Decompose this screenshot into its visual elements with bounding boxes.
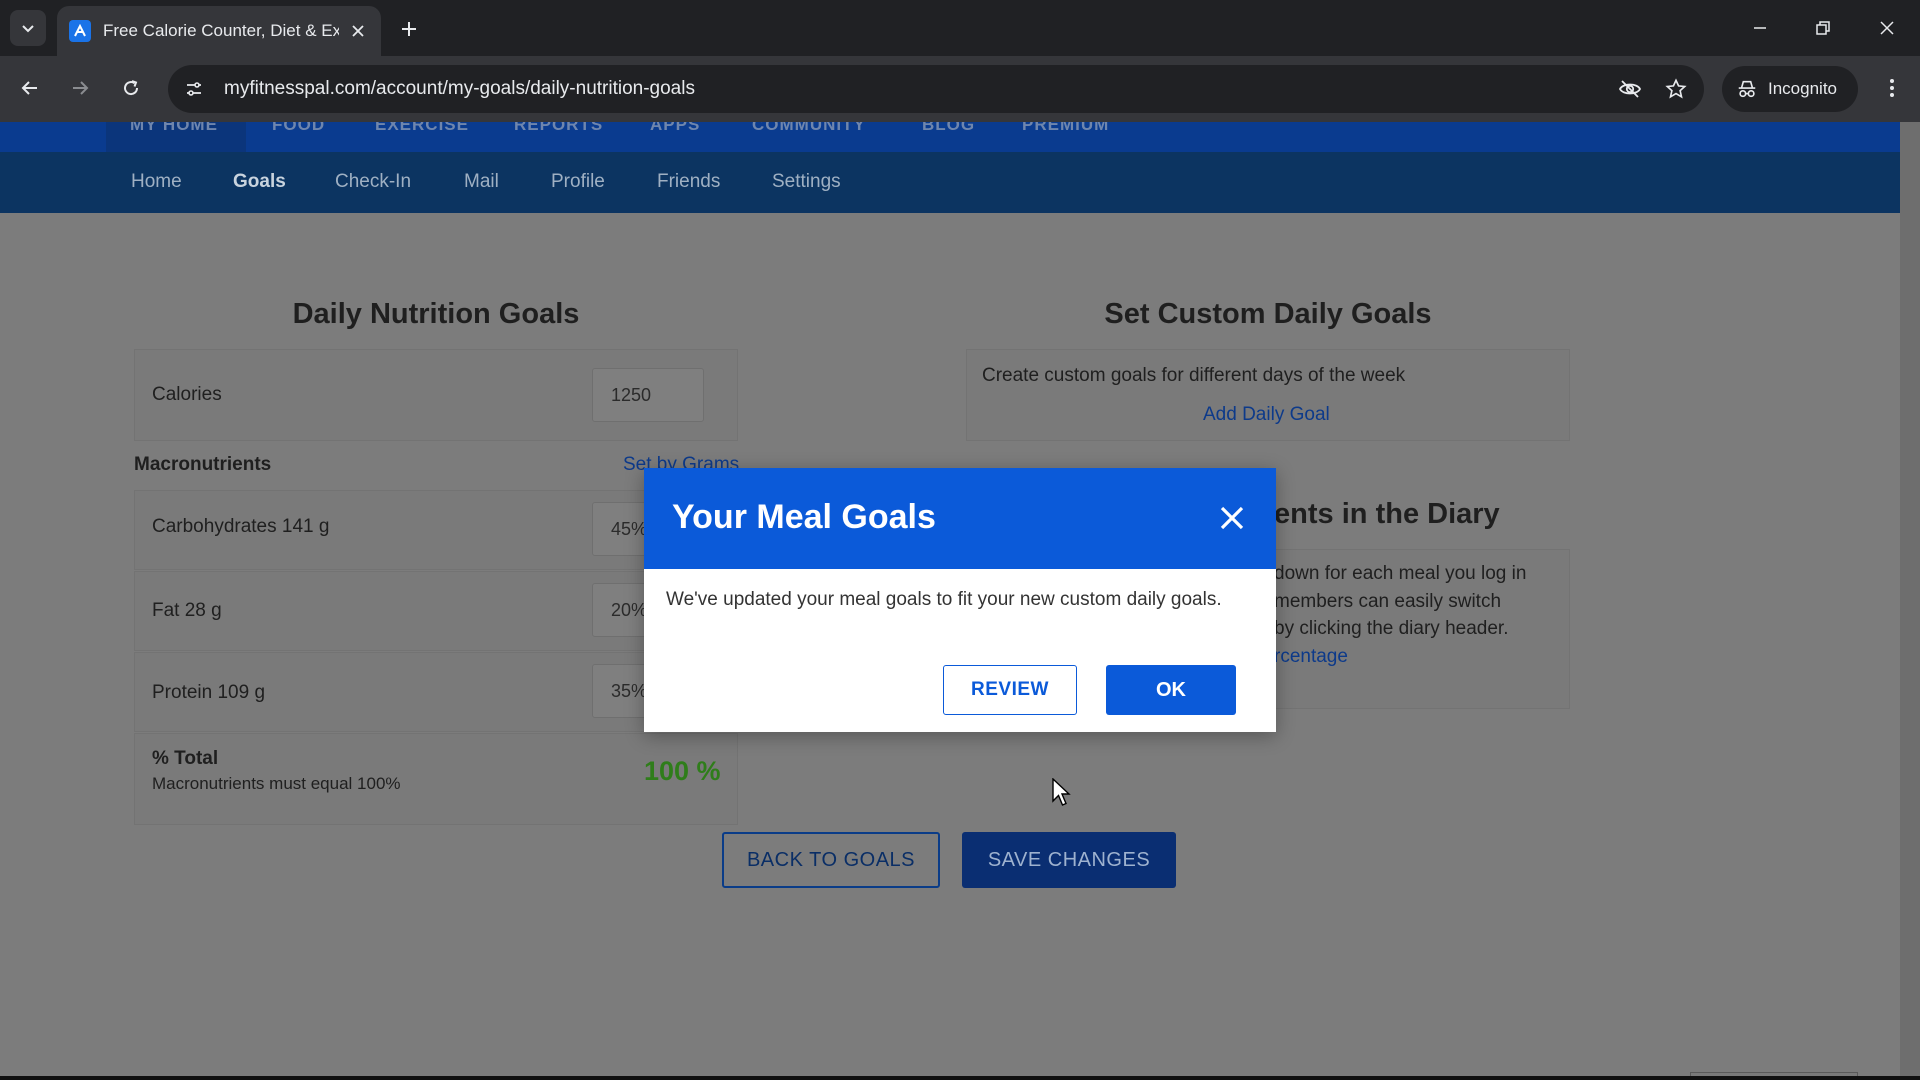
bottom-edge	[0, 1076, 1920, 1080]
new-tab-button[interactable]	[392, 12, 426, 46]
add-daily-goal-link[interactable]: Add Daily Goal	[1203, 404, 1330, 426]
main-nav-item[interactable]: APPS	[650, 122, 700, 135]
myfitnesspal-favicon-icon	[69, 20, 91, 42]
minimize-button[interactable]	[1730, 8, 1790, 48]
sub-nav-home[interactable]: Home	[131, 171, 182, 193]
dialog-close-button[interactable]	[1212, 498, 1252, 538]
incognito-icon	[1738, 80, 1756, 98]
total-note: Macronutrients must equal 100%	[152, 774, 401, 793]
arrow-left-icon	[21, 81, 37, 95]
dialog-title: Your Meal Goals	[672, 498, 936, 536]
main-nav-item[interactable]: MY HOME	[130, 122, 218, 135]
total-label: % Total	[152, 748, 219, 769]
main-nav-item[interactable]: FOOD	[272, 122, 325, 135]
browser-chrome: Free Calorie Counter, Diet & Ex myfitnes…	[0, 0, 1920, 122]
ok-button[interactable]: OK	[1106, 665, 1236, 715]
tab-strip: Free Calorie Counter, Diet & Ex	[0, 0, 1920, 56]
review-button[interactable]: REVIEW	[943, 665, 1077, 715]
save-changes-button[interactable]: SAVE CHANGES	[962, 832, 1176, 888]
main-nav-item[interactable]: EXERCISE	[375, 122, 469, 135]
tab-search-button[interactable]	[10, 10, 46, 46]
back-to-goals-button[interactable]: BACK TO GOALS	[722, 832, 940, 888]
close-icon	[1220, 506, 1244, 530]
incognito-indicator[interactable]: Incognito	[1722, 66, 1858, 112]
arrow-right-icon	[73, 81, 89, 95]
diary-percentage-link[interactable]: rcentage	[1274, 646, 1348, 668]
meal-goals-dialog: Your Meal Goals We've updated your meal …	[644, 468, 1276, 732]
sub-nav-goals[interactable]: Goals	[233, 171, 286, 193]
total-value: 100 %	[644, 756, 721, 786]
page-scrollbar[interactable]	[1900, 122, 1920, 1080]
address-bar[interactable]: myfitnesspal.com/account/my-goals/daily-…	[168, 65, 1704, 113]
carbs-label: Carbohydrates 141 g	[152, 516, 330, 537]
sub-nav: Home Goals Check-In Mail Profile Friends…	[0, 152, 1900, 213]
diary-text-line2: members can easily switch	[1274, 591, 1502, 612]
site-info-icon[interactable]	[176, 71, 212, 107]
main-nav-item[interactable]: COMMUNITY	[752, 122, 866, 135]
nutrition-goals-title: Daily Nutrition Goals	[292, 298, 580, 330]
sub-nav-check-in[interactable]: Check-In	[335, 171, 411, 193]
tab-close-icon[interactable]	[347, 20, 369, 42]
back-button[interactable]	[12, 70, 48, 106]
calories-label: Calories	[152, 384, 222, 405]
main-nav-item[interactable]: BLOG	[922, 122, 975, 135]
reload-icon	[124, 80, 139, 96]
tab-title: Free Calorie Counter, Diet & Ex	[103, 21, 339, 40]
mouse-cursor-icon	[1052, 778, 1071, 806]
browser-tab[interactable]: Free Calorie Counter, Diet & Ex	[57, 6, 381, 56]
diary-section-title: ients in the Diary	[1266, 498, 1500, 530]
custom-goals-title: Set Custom Daily Goals	[1104, 298, 1432, 330]
forward-button[interactable]	[62, 70, 98, 106]
custom-goals-card: Create custom goals for different days o…	[966, 349, 1570, 441]
fat-label: Fat 28 g	[152, 600, 222, 621]
url-text: myfitnesspal.com/account/my-goals/daily-…	[224, 78, 695, 99]
calories-input[interactable]: 1250	[592, 368, 704, 422]
dialog-message: We've updated your meal goals to fit you…	[666, 589, 1222, 610]
more-vertical-icon	[1890, 79, 1894, 97]
eye-off-icon[interactable]	[1612, 71, 1648, 107]
browser-menu-button[interactable]	[1874, 70, 1910, 106]
diary-text-line1: down for each meal you log in	[1274, 563, 1527, 584]
sub-nav-friends[interactable]: Friends	[657, 171, 720, 193]
restore-icon	[1816, 21, 1830, 35]
close-window-button[interactable]	[1857, 8, 1917, 48]
main-nav-item[interactable]: REPORTS	[514, 122, 603, 135]
incognito-label: Incognito	[1768, 79, 1837, 98]
restore-button[interactable]	[1793, 8, 1853, 48]
sub-nav-settings[interactable]: Settings	[772, 171, 841, 193]
macronutrients-label: Macronutrients	[134, 454, 272, 475]
browser-toolbar: myfitnesspal.com/account/my-goals/daily-…	[0, 56, 1920, 122]
total-row: % Total Macronutrients must equal 100% 1…	[134, 733, 738, 825]
custom-goals-description: Create custom goals for different days o…	[982, 365, 1406, 386]
star-icon[interactable]	[1658, 71, 1694, 107]
main-nav: MY HOME FOOD EXERCISE REPORTS APPS COMMU…	[0, 122, 1900, 152]
site-header: MY HOME FOOD EXERCISE REPORTS APPS COMMU…	[0, 122, 1900, 213]
protein-label: Protein 109 g	[152, 682, 266, 703]
minimize-icon	[1754, 27, 1766, 29]
diary-text-line3: by clicking the diary header.	[1274, 618, 1509, 639]
close-icon	[1880, 21, 1894, 35]
chevron-down-icon	[22, 25, 34, 33]
reload-button[interactable]	[113, 70, 149, 106]
dialog-header: Your Meal Goals	[644, 468, 1276, 569]
main-nav-item[interactable]: PREMIUM	[1022, 122, 1109, 135]
sub-nav-mail[interactable]: Mail	[464, 171, 499, 193]
sub-nav-profile[interactable]: Profile	[551, 171, 605, 193]
plus-icon	[402, 22, 416, 36]
